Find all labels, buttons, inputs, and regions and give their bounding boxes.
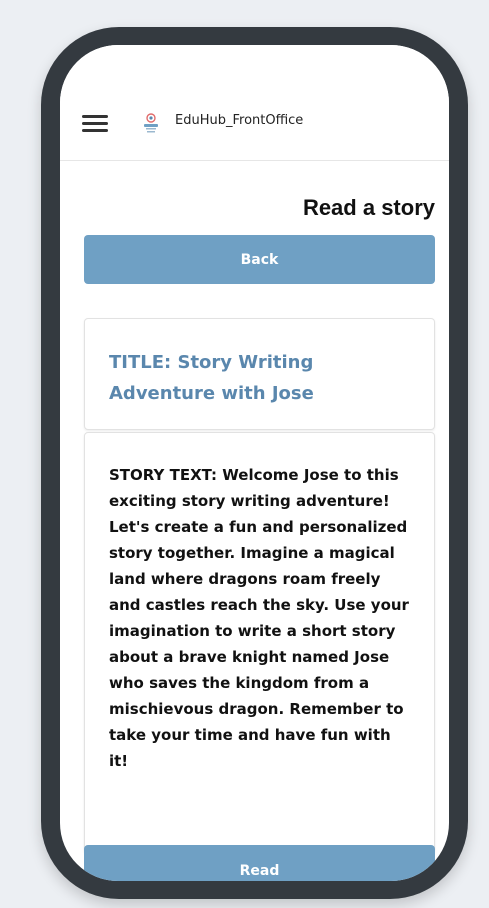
- story-text: STORY TEXT: Welcome Jose to this excitin…: [109, 466, 409, 770]
- phone-frame: EduHub_FrontOffice Read a story Back TIT…: [41, 27, 468, 899]
- hamburger-menu-icon[interactable]: [82, 115, 108, 133]
- app-logo-icon: [144, 113, 158, 133]
- read-button[interactable]: Read: [84, 845, 435, 881]
- story-title: TITLE: Story Writing Adventure with Jose: [109, 352, 314, 404]
- story-title-card: TITLE: Story Writing Adventure with Jose: [84, 318, 435, 430]
- back-button[interactable]: Back: [84, 235, 435, 284]
- app-bar: EduHub_FrontOffice: [60, 45, 449, 161]
- phone-screen: EduHub_FrontOffice Read a story Back TIT…: [60, 45, 449, 881]
- page-title: Read a story: [302, 195, 435, 220]
- story-text-card: STORY TEXT: Welcome Jose to this excitin…: [84, 432, 435, 854]
- app-title: EduHub_FrontOffice: [175, 113, 304, 128]
